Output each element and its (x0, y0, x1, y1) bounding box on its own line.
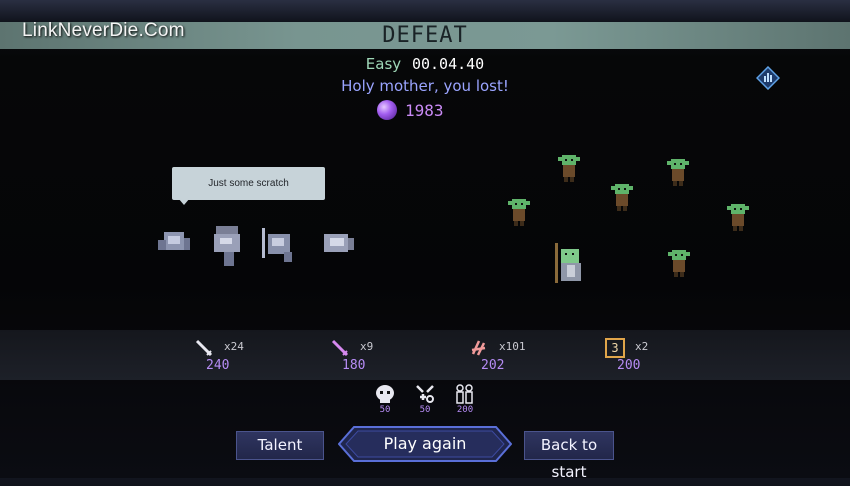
level-3-icon: 3 (605, 338, 625, 358)
play-again-label: Play again (383, 434, 467, 453)
stat-points: 180 (342, 358, 366, 373)
goblin-enemy (558, 155, 580, 182)
party-icon (456, 384, 473, 404)
claw-icon (471, 340, 486, 356)
talent-button[interactable]: Talent (236, 431, 324, 460)
play-again-button[interactable]: Play again (338, 426, 512, 462)
goblin-enemy (667, 159, 689, 186)
top-bar (0, 0, 850, 22)
hero-ghost (214, 226, 240, 266)
sword-icon (195, 339, 213, 357)
currency-row: 1983 (377, 99, 444, 121)
bonus-value: 50 (379, 405, 391, 415)
goblin-enemy (727, 204, 749, 231)
hero-ghost (158, 232, 190, 250)
speech-bubble-tail (178, 198, 190, 205)
goblin-enemy (668, 250, 690, 277)
goblin-shaman-enemy (555, 243, 581, 283)
stat-multiplier: x2 (635, 340, 649, 353)
currency-value: 1983 (405, 100, 444, 120)
back-to-start-button[interactable]: Back to start (524, 431, 614, 481)
statistics-button[interactable] (755, 65, 781, 91)
hero-ghost (324, 234, 354, 252)
goblin-enemy (611, 184, 633, 211)
run-time: 00.04.40 (411, 55, 485, 73)
difficulty-row: Easy 00.04.40 (0, 55, 850, 73)
stat-multiplier: x9 (360, 340, 374, 353)
hero-ghost (262, 228, 292, 262)
bar-chart-icon (755, 65, 781, 91)
stat-points: 200 (617, 358, 641, 373)
bonus-value: 200 (456, 405, 474, 415)
results-band (0, 330, 850, 380)
goblin-enemy (508, 199, 530, 226)
stat-points: 202 (481, 358, 505, 373)
stat-multiplier: x24 (224, 340, 244, 353)
bonus-skull: 50 (374, 383, 396, 415)
soul-gem-icon (377, 100, 397, 120)
magic-sword-icon (331, 339, 349, 357)
difficulty-label: Easy (365, 55, 402, 73)
skull-icon (376, 385, 394, 403)
watermark: LinkNeverDie.Com (22, 20, 185, 41)
bonus-heal: 50 (414, 383, 436, 415)
stat-multiplier: x101 (499, 340, 526, 353)
defeat-message: Holy mother, you lost! (341, 77, 509, 95)
bonus-value: 50 (419, 405, 431, 415)
stat-points: 240 (206, 358, 230, 373)
heal-icon (416, 385, 434, 403)
bonus-party: 200 (454, 383, 476, 415)
speech-bubble: Just some scratch (172, 167, 325, 200)
